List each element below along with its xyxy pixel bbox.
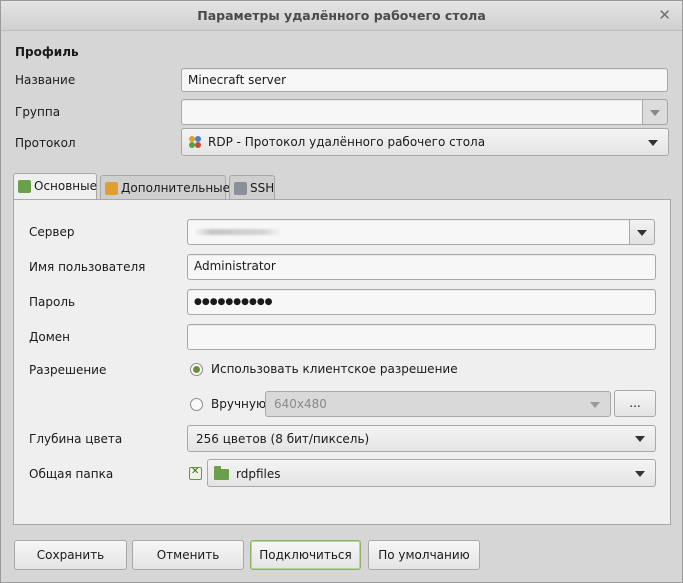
group-dropdown-button[interactable]: [642, 99, 668, 125]
chevron-down-icon: [590, 402, 600, 408]
terminal-icon: [234, 182, 247, 195]
chevron-down-icon: [650, 110, 660, 116]
domain-label: Домен: [29, 330, 70, 344]
server-field[interactable]: [187, 219, 630, 245]
group-field[interactable]: [181, 99, 643, 125]
resolution-manual-radio[interactable]: [190, 398, 203, 411]
info-icon: [18, 180, 31, 193]
tab-basic[interactable]: Основные: [13, 173, 97, 201]
chevron-down-icon: [637, 230, 647, 236]
tab-advanced[interactable]: Дополнительные: [100, 175, 230, 201]
chevron-down-icon: [635, 436, 645, 442]
shared-folder-checkbox[interactable]: [189, 466, 202, 480]
close-icon[interactable]: ✕: [658, 6, 671, 24]
protocol-select[interactable]: RDP - Протокол удалённого рабочего стола: [181, 128, 669, 156]
group-label: Группа: [15, 105, 61, 119]
shared-folder-select[interactable]: rdpfiles: [207, 459, 656, 487]
profile-heading: Профиль: [15, 45, 79, 59]
titlebar: Параметры удалённого рабочего стола ✕: [1, 1, 682, 31]
resolution-manual-label[interactable]: Вручную: [211, 397, 266, 411]
password-field[interactable]: ●●●●●●●●●●: [187, 289, 656, 315]
protocol-value: RDP - Протокол удалённого рабочего стола: [208, 135, 486, 149]
window-title: Параметры удалённого рабочего стола: [197, 8, 486, 23]
chevron-down-icon: [635, 471, 645, 477]
username-field[interactable]: Administrator: [187, 254, 656, 280]
tab-ssh[interactable]: SSH: [229, 175, 275, 201]
shared-folder-label: Общая папка: [29, 467, 114, 481]
name-field[interactable]: Minecraft server: [181, 68, 668, 92]
server-history-button[interactable]: [629, 219, 655, 245]
color-depth-value: 256 цветов (8 бит/пиксель): [196, 432, 370, 446]
dialog-window: Параметры удалённого рабочего стола ✕ Пр…: [0, 0, 683, 583]
protocol-label: Протокол: [15, 136, 76, 150]
default-button[interactable]: По умолчанию: [368, 540, 480, 570]
cancel-button[interactable]: Отменить: [132, 540, 244, 570]
color-depth-label: Глубина цвета: [29, 432, 123, 446]
domain-field[interactable]: [187, 324, 656, 350]
rdp-plugin-icon: [189, 136, 201, 148]
resolution-manual-select[interactable]: 640x480: [265, 391, 611, 417]
username-label: Имя пользователя: [29, 260, 146, 274]
connect-button[interactable]: Подключиться: [250, 540, 361, 570]
redacted-server-address: [194, 229, 282, 235]
folder-icon: [214, 466, 229, 480]
warning-icon: [105, 182, 118, 195]
resolution-manual-value: 640x480: [274, 397, 327, 411]
server-label: Сервер: [29, 225, 75, 239]
resolution-client-radio[interactable]: [190, 363, 203, 376]
color-depth-select[interactable]: 256 цветов (8 бит/пиксель): [187, 425, 656, 452]
resolution-more-button[interactable]: ...: [614, 390, 656, 417]
name-label: Название: [15, 73, 76, 87]
shared-folder-value: rdpfiles: [236, 467, 281, 481]
tab-ssh-label: SSH: [250, 181, 275, 195]
save-button[interactable]: Сохранить: [14, 540, 127, 570]
chevron-down-icon: [648, 140, 658, 146]
resolution-label: Разрешение: [29, 363, 107, 377]
password-label: Пароль: [29, 295, 76, 309]
resolution-client-label[interactable]: Использовать клиентское разрешение: [211, 362, 458, 376]
tab-advanced-label: Дополнительные: [121, 181, 231, 195]
tab-basic-label: Основные: [34, 179, 98, 193]
